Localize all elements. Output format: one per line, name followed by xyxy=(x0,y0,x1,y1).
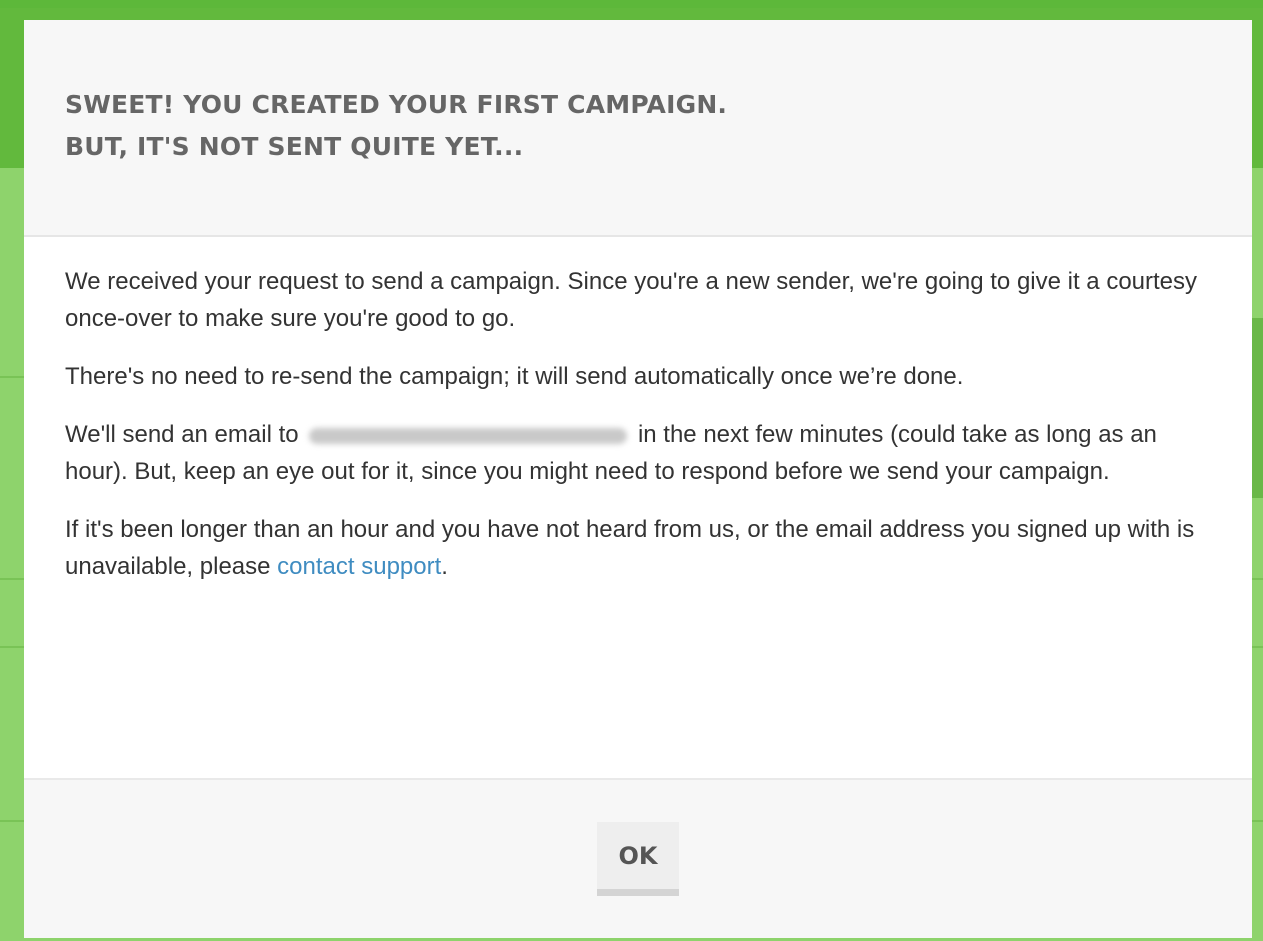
backdrop-side-card xyxy=(1251,318,1263,498)
backdrop-top-border xyxy=(0,0,1263,8)
ok-button[interactable]: OK xyxy=(597,822,679,896)
paragraph-email-notice: We'll send an email to in the next few m… xyxy=(65,416,1215,490)
email-notice-lead: We'll send an email to xyxy=(65,421,299,448)
modal-title: SWEET! YOU CREATED YOUR FIRST CAMPAIGN. … xyxy=(65,84,727,168)
modal-title-line-1: SWEET! YOU CREATED YOUR FIRST CAMPAIGN. xyxy=(65,90,728,119)
campaign-review-modal: SWEET! YOU CREATED YOUR FIRST CAMPAIGN. … xyxy=(24,20,1252,938)
redacted-email-address xyxy=(309,427,628,444)
support-notice-period: . xyxy=(441,553,448,580)
modal-footer: OK xyxy=(24,778,1252,938)
modal-title-line-2: BUT, IT'S NOT SENT QUITE YET... xyxy=(65,132,524,161)
paragraph-support: If it's been longer than an hour and you… xyxy=(65,511,1215,585)
paragraph-review-notice: We received your request to send a campa… xyxy=(65,268,1198,332)
modal-body: We received your request to send a campa… xyxy=(65,263,1215,606)
modal-header: SWEET! YOU CREATED YOUR FIRST CAMPAIGN. … xyxy=(24,20,1252,237)
contact-support-link[interactable]: contact support xyxy=(277,553,441,580)
support-notice-lead: If it's been longer than an hour and you… xyxy=(65,516,1195,580)
paragraph-no-resend: There's no need to re-send the campaign;… xyxy=(65,363,964,390)
